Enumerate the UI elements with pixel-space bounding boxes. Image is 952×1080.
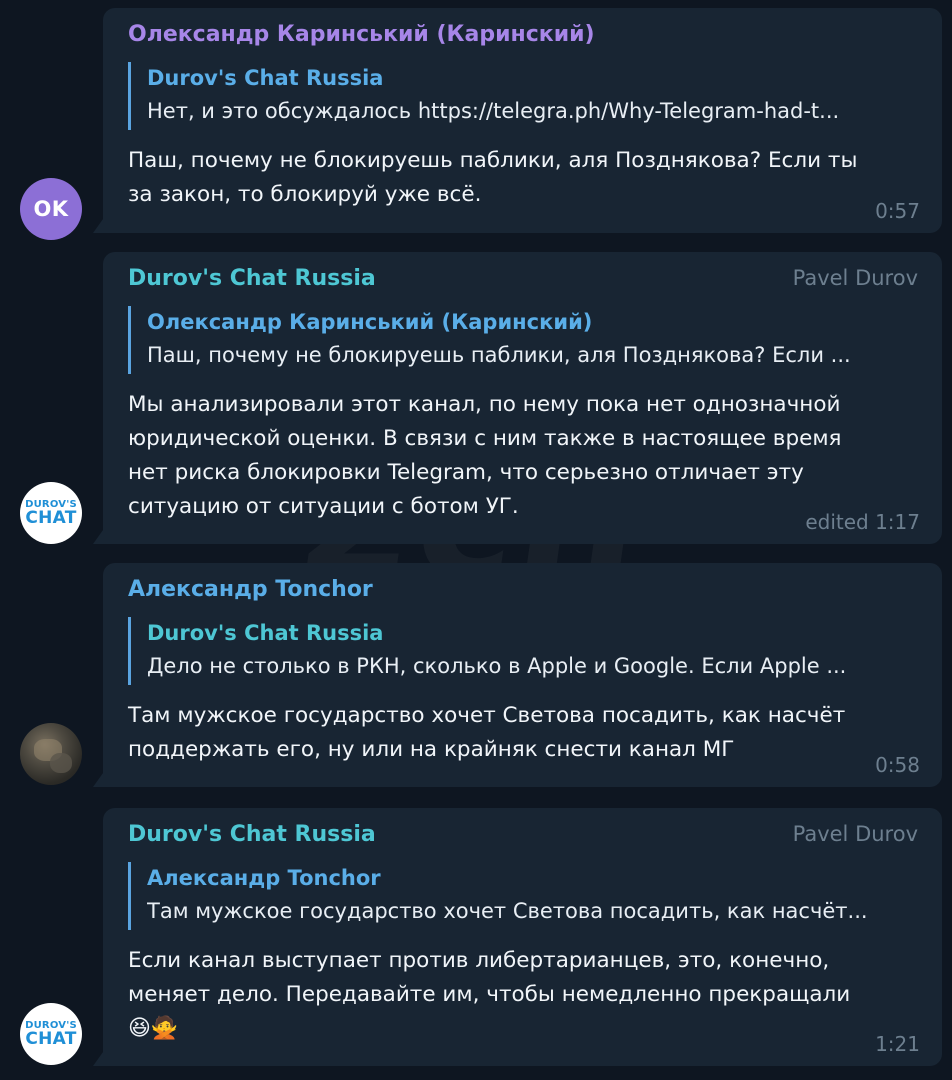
reply-text: Паш, почему не блокируешь паблики, аля П… [147,343,851,367]
chat-history: 2ch OK Олександр Каринський (Каринский) … [0,0,952,1080]
message-time: 0:58 [875,753,920,777]
message-4: DUROV'S CHAT Durov's Chat Russia Pavel D… [0,808,952,1066]
message-text: Мы анализировали этот канал, по нему пок… [128,392,842,519]
avatar[interactable]: DUROV'S CHAT [20,1003,82,1065]
message-2: DUROV'S CHAT Durov's Chat Russia Pavel D… [0,252,952,544]
bubble-tail [93,1052,103,1066]
message-bubble[interactable]: Олександр Каринський (Каринский) Durov's… [93,8,942,233]
sender-name[interactable]: Durov's Chat Russia [128,266,376,291]
message-bubble[interactable]: Александр Tonchor Durov's Chat Russia Де… [93,563,942,787]
reply-text: Дело не столько в РКН, сколько в Apple и… [147,654,847,678]
bubble-tail [93,773,103,787]
avatar[interactable]: DUROV'S CHAT [20,482,82,544]
post-author: Pavel Durov [792,822,918,846]
message-time: 0:57 [875,199,920,223]
reply-text: Там мужское государство хочет Светова по… [147,899,868,923]
avatar[interactable]: OK [20,178,82,240]
avatar-photo-detail [50,753,72,773]
message-text: Там мужское государство хочет Светова по… [128,703,846,762]
post-author: Pavel Durov [792,266,918,290]
reply-quote[interactable]: Александр Tonchor Там мужское государств… [128,862,918,930]
message-text: Если канал выступает против либертарианц… [128,944,918,1046]
reply-sender-name: Durov's Chat Russia [147,621,384,645]
reply-sender-name: Александр Tonchor [147,866,381,890]
message-time: edited 1:17 [805,510,920,534]
message-1: OK Олександр Каринський (Каринский) Duro… [0,8,952,240]
message-bubble[interactable]: Durov's Chat Russia Pavel Durov Александ… [93,808,942,1066]
avatar-initials: OK [33,197,69,221]
message-header: Durov's Chat Russia Pavel Durov [128,822,918,856]
reply-sender-name: Олександр Каринський (Каринский) [147,310,593,334]
sender-name[interactable]: Александр Tonchor [128,577,373,602]
message-time: 1:21 [875,1032,920,1056]
reply-sender-name: Durov's Chat Russia [147,66,384,90]
avatar-logo-line2: CHAT [25,507,77,528]
message-text: Паш, почему не блокируешь паблики, аля П… [128,148,858,207]
message-text-content: Если канал выступает против либертарианц… [128,948,851,1007]
message-header: Александр Tonchor [128,577,918,611]
reply-text: Нет, и это обсуждалось https://telegra.p… [147,99,840,123]
reply-quote[interactable]: Олександр Каринський (Каринский) Паш, по… [128,306,918,374]
bubble-tail [93,530,103,544]
emoji-laugh-no-gesture-icon: 😆🙅 [128,1016,179,1041]
avatar-logo-line2: CHAT [25,1028,77,1049]
sender-name[interactable]: Олександр Каринський (Каринский) [128,22,595,47]
message-header: Олександр Каринський (Каринский) [128,22,918,56]
reply-quote[interactable]: Durov's Chat Russia Нет, и это обсуждало… [128,62,918,130]
sender-name[interactable]: Durov's Chat Russia [128,822,376,847]
bubble-tail [93,219,103,233]
reply-quote[interactable]: Durov's Chat Russia Дело не столько в РК… [128,617,918,685]
message-header: Durov's Chat Russia Pavel Durov [128,266,918,300]
message-bubble[interactable]: Durov's Chat Russia Pavel Durov Олександ… [93,252,942,544]
avatar[interactable] [20,723,82,785]
message-3: Александр Tonchor Durov's Chat Russia Де… [0,563,952,787]
